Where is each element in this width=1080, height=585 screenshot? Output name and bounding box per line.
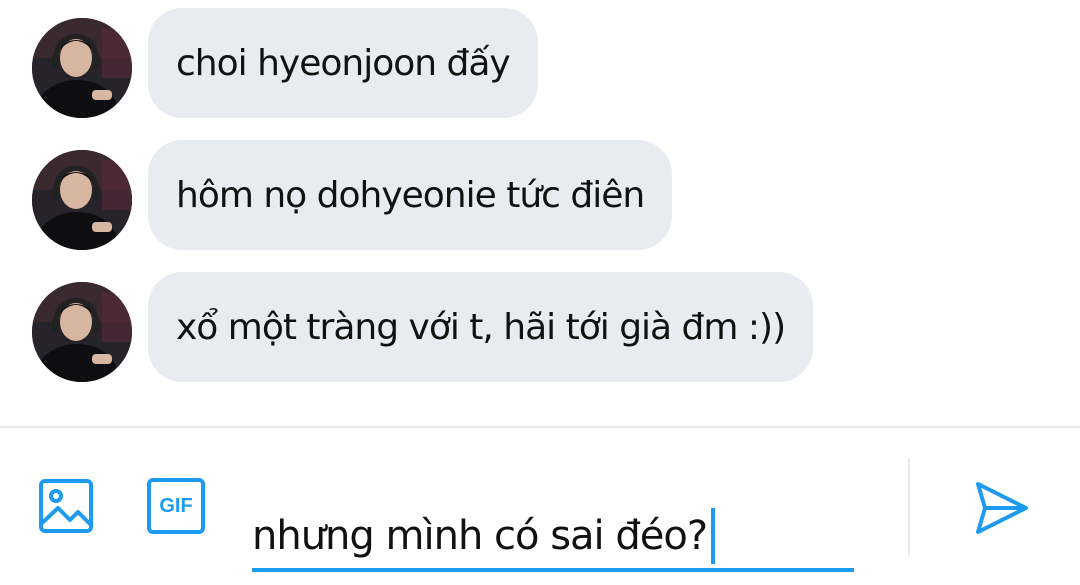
message-text: hôm nọ dohyeonie tức điên xyxy=(176,174,645,216)
message-bubble[interactable]: hôm nọ dohyeonie tức điên xyxy=(148,140,673,250)
gif-label: GIF xyxy=(159,494,193,517)
add-gif-button[interactable]: GIF xyxy=(147,478,205,534)
message-text: xổ một tràng với t, hãi tới già đm :)) xyxy=(176,306,786,348)
gif-icon: GIF xyxy=(147,478,205,534)
message-bubble[interactable]: choi hyeonjoon đấy xyxy=(148,8,538,118)
message-input-value: nhưng mình có sai đéo? xyxy=(252,513,708,559)
add-photo-button[interactable] xyxy=(38,478,94,534)
image-icon xyxy=(39,479,93,533)
composer: GIF nhưng mình có sai đéo? xyxy=(0,428,1080,585)
send-button[interactable] xyxy=(972,478,1032,538)
text-caret xyxy=(711,508,716,564)
message-bubble[interactable]: xổ một tràng với t, hãi tới già đm :)) xyxy=(148,272,814,382)
send-icon xyxy=(976,482,1028,534)
message-input-field[interactable]: nhưng mình có sai đéo? xyxy=(252,508,716,564)
input-underline xyxy=(252,568,854,572)
message-input[interactable]: nhưng mình có sai đéo? xyxy=(252,468,854,573)
send-separator xyxy=(908,458,910,556)
avatar[interactable] xyxy=(32,150,132,250)
message-text: choi hyeonjoon đấy xyxy=(176,42,511,84)
avatar[interactable] xyxy=(32,18,132,118)
avatar[interactable] xyxy=(32,282,132,382)
